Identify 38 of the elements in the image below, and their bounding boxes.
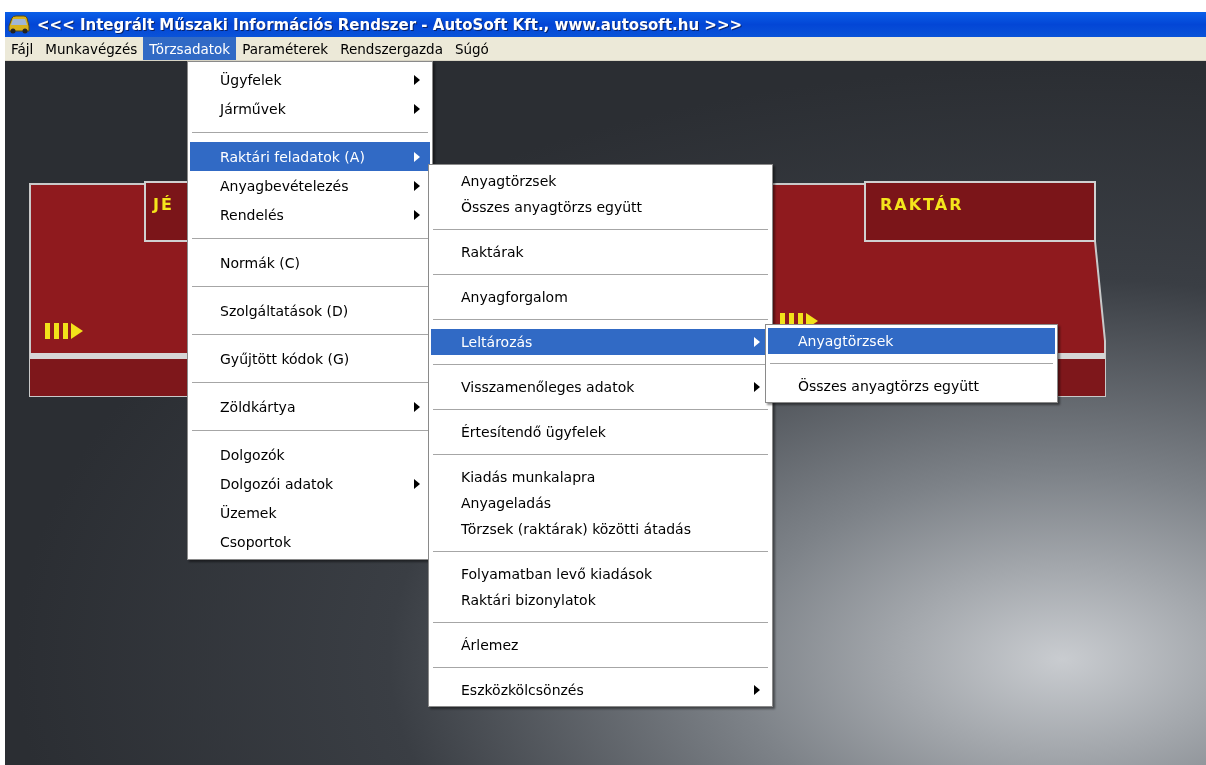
menu-item[interactable]: Összes anyagtörzs együtt [768,373,1055,399]
menu-item[interactable]: Rendelés [190,200,430,229]
menu-bar-item[interactable]: Fájl [5,37,40,60]
panel-label: RAKTÁR [880,195,964,214]
menu-bar-item[interactable]: Paraméterek [236,37,335,60]
menu-item[interactable]: Zöldkártya [190,392,430,421]
menu-item[interactable]: Anyageladás [431,490,770,516]
menu-item[interactable]: Anyagtörzsek [768,328,1055,354]
menu-item[interactable]: Törzsek (raktárak) közötti átadás [431,516,770,542]
menu-item[interactable]: Anyagforgalom [431,284,770,310]
menu-item[interactable]: Szolgáltatások (D) [190,296,430,325]
menu-item[interactable]: Üzemek [190,498,430,527]
menu-item[interactable]: Eszközkölcsönzés [431,677,770,703]
menu-bar-item[interactable]: Munkavégzés [39,37,144,60]
menu-item[interactable]: Összes anyagtörzs együtt [431,194,770,220]
menu-item[interactable]: Raktári bizonylatok [431,587,770,613]
menu-item[interactable]: Dolgozók [190,440,430,469]
menu-item[interactable]: Gyűjtött kódok (G) [190,344,430,373]
menu-item[interactable]: Anyagbevételezés [190,171,430,200]
menu-bar-item[interactable]: Rendszergazda [334,37,449,60]
window-title: <<< Integrált Műszaki Információs Rendszer - AutoSoft Kft., www.autosoft.hu >>> [37,15,743,34]
forward-arrow-icon [45,323,83,339]
menu-item[interactable]: Árlemez [431,632,770,658]
menu-bar-item[interactable]: Súgó [448,37,495,60]
menu-item[interactable]: Normák (C) [190,248,430,277]
menu-item[interactable]: Csoportok [190,527,430,556]
menu-bar-item[interactable]: Törzsadatok [143,37,237,60]
menu-item[interactable]: Kiadás munkalapra [431,464,770,490]
menu-item[interactable]: Raktári feladatok (A) [190,142,430,171]
menu-item[interactable]: Értesítendő ügyfelek [431,419,770,445]
menu-item[interactable]: Dolgozói adatok [190,469,430,498]
menu-item[interactable]: Járművek [190,94,430,123]
menu-item[interactable]: Folyamatban levő kiadások [431,561,770,587]
car-icon [7,14,31,35]
panel-label: JÉ [153,195,174,214]
menu-item[interactable]: Ügyfelek [190,65,430,94]
menu-item[interactable]: Raktárak [431,239,770,265]
menu-item[interactable]: Anyagtörzsek [431,168,770,194]
